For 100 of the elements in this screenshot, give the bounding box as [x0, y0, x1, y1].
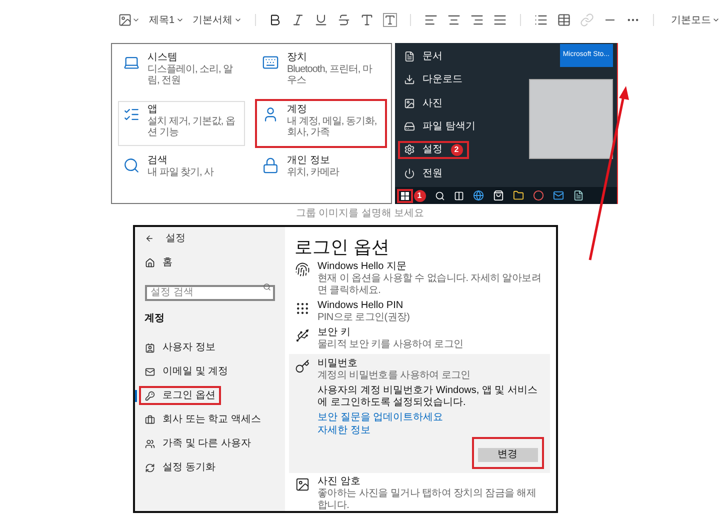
document-app-icon[interactable] [572, 190, 584, 201]
underline-icon[interactable] [314, 13, 328, 27]
heading-dropdown[interactable]: 제목1 [149, 12, 184, 28]
sign-in-option[interactable]: Windows Hello 지문 현재 이 옵션을 사용할 수 없습니다. 자세히 알아보려면 클릭하세요. [288, 261, 550, 297]
browser-icon[interactable] [472, 190, 484, 201]
option-title: 보안 키 [318, 327, 352, 339]
image-caption: 그룹 이미지를 설명해 보세요 [294, 207, 426, 221]
person-icon [262, 106, 279, 123]
menu-label: 사진 [422, 96, 442, 111]
keyboard-icon [262, 54, 279, 71]
mail-icon[interactable] [552, 190, 564, 201]
laptop-icon [122, 54, 140, 71]
option-description: 현재 이 옵션을 사용할 수 없습니다. 자세히 알아보려면 클릭하세요. [318, 273, 542, 297]
settings-tile[interactable]: 앱 설치 제거, 기본값, 옵션 기능 [118, 100, 245, 146]
start-menu-item[interactable]: 사진 [398, 94, 448, 112]
table-icon[interactable] [557, 13, 572, 27]
home-icon [144, 258, 154, 268]
align-right-icon[interactable] [470, 13, 484, 27]
nav-item[interactable]: 로그인 옵션 [138, 386, 222, 405]
drive-icon [404, 121, 414, 132]
home-link[interactable]: 홈 [138, 255, 280, 270]
menu-label: 설정 [422, 143, 442, 158]
store-icon[interactable] [492, 190, 504, 201]
option-title: Windows Hello 지문 [318, 261, 408, 273]
caret-icon [176, 16, 184, 24]
window-title: 설정 [166, 232, 186, 246]
change-button[interactable]: 변경 [478, 448, 538, 462]
caret-icon [132, 16, 140, 24]
nav-item[interactable]: 회사 또는 학교 액세스 [138, 410, 267, 429]
usb-key-icon [294, 328, 310, 343]
search-field[interactable]: 설정 검색 [144, 284, 274, 300]
menu-label: 전원 [422, 166, 442, 181]
search-icon [262, 283, 270, 291]
help-link[interactable]: 보안 질문을 업데이트하세요 [318, 412, 444, 424]
tile-title: 검색 [148, 155, 168, 168]
font-dropdown[interactable]: 기본서체 [192, 12, 242, 28]
caret-icon [712, 16, 720, 24]
option-title: 비밀번호 [318, 358, 358, 370]
nav-item[interactable]: 이메일 및 계정 [138, 362, 234, 381]
caret-icon [234, 16, 242, 24]
tile-description: 설치 제거, 기본값, 옵션 기능 [148, 116, 236, 138]
text-color-icon[interactable] [360, 13, 374, 27]
align-center-icon[interactable] [447, 13, 462, 27]
tile-description: 내 계정, 메일, 동기화, 회사, 가족 [287, 116, 378, 138]
text-background-icon[interactable] [383, 13, 398, 27]
nav-item[interactable]: 사용자 정보 [138, 338, 222, 357]
search-icon [122, 157, 140, 174]
bold-icon[interactable] [268, 13, 282, 27]
expanded-option-panel[interactable]: 비밀번호 계정의 비밀번호를 사용하여 로그인 사용자의 계정 비밀번호가 Windows, 앱 및 서비스에 로그인하도록 설정되었습니다. 보안 질문을 업데이트하세요 자세한 정보 변경 [288, 354, 550, 473]
people-icon [144, 438, 154, 448]
menu-label: 파일 탐색기 [422, 120, 476, 134]
document-icon [404, 51, 414, 62]
start-button[interactable] [396, 188, 412, 202]
align-justify-icon[interactable] [493, 13, 508, 27]
mail-icon [144, 366, 154, 376]
contact-card-icon [144, 342, 154, 352]
search-icon[interactable] [434, 190, 444, 200]
tile-title: 시스템 [148, 52, 178, 64]
tile-title: 장치 [287, 52, 308, 64]
folder-icon[interactable] [512, 190, 524, 201]
tile-description: 내 파일 찾기, 사 [148, 167, 214, 178]
image-insert-button[interactable] [118, 13, 140, 27]
option-title: Windows Hello PIN [318, 300, 404, 312]
circle-app-icon[interactable] [532, 190, 544, 201]
mode-dropdown[interactable]: 기본모드 [671, 12, 720, 28]
tile-title: 개인 정보 [287, 155, 331, 168]
key-icon [144, 390, 154, 400]
sign-in-option[interactable]: 보안 키 물리적 보안 키를 사용하여 로그인 [288, 327, 550, 351]
task-view-icon[interactable] [454, 190, 464, 200]
nav-item[interactable]: 가족 및 다른 사용자 [138, 434, 257, 453]
sync-icon [144, 462, 154, 472]
option-message: 사용자의 계정 비밀번호가 Windows, 앱 및 서비스에 로그인하도록 설정되었습니다. [318, 385, 539, 409]
start-menu-item[interactable]: 문서 [398, 48, 448, 66]
section-heading: 계정 [144, 312, 166, 326]
keypad-icon [294, 301, 310, 316]
start-menu-item[interactable]: 다운로드 [398, 70, 468, 89]
tile-title: 앱 [148, 104, 158, 116]
picture-icon [404, 98, 414, 109]
step-badge: 1 [414, 190, 426, 202]
windows-logo-icon [400, 192, 408, 200]
tile-title: 계정 [287, 104, 308, 116]
start-menu-item[interactable]: 파일 탐색기 [398, 118, 482, 136]
help-link[interactable]: 자세한 정보 [318, 425, 370, 437]
download-icon [404, 74, 414, 86]
back-icon[interactable] [144, 234, 154, 242]
start-menu-item[interactable]: 전원 [398, 164, 448, 182]
start-menu-item[interactable]: 설정 2 [398, 140, 468, 159]
nav-item[interactable]: 설정 동기화 [138, 458, 222, 477]
tile-description: 디스플레이, 소리, 알림, 전원 [148, 64, 234, 86]
strikethrough-icon[interactable] [337, 13, 352, 27]
option-description: 좋아하는 사진을 밀거나 탭하여 장치의 잠금을 해제합니다. [318, 488, 538, 511]
sign-in-option[interactable]: Windows Hello PIN PIN으로 로그인(권장) [288, 300, 550, 324]
key-icon [294, 359, 310, 374]
italic-icon[interactable] [291, 13, 306, 27]
tile-description: Bluetooth, 프린터, 마우스 [287, 64, 374, 86]
option-description: 물리적 보안 키를 사용하여 로그인 [318, 339, 464, 351]
align-left-icon[interactable] [424, 13, 438, 27]
menu-label: 다운로드 [422, 73, 462, 88]
sign-in-option[interactable]: 사진 암호 좋아하는 사진을 밀거나 탭하여 장치의 잠금을 해제합니다. [288, 476, 550, 511]
step-badge: 2 [450, 144, 462, 156]
